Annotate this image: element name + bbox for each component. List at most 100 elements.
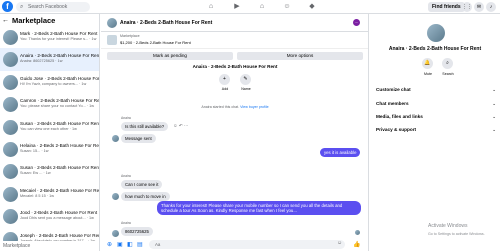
system-text: Anaira started this chat.	[201, 105, 240, 109]
home-icon[interactable]: ⌂	[201, 0, 221, 14]
add-label: Add	[221, 87, 229, 91]
details-title: Anaira · 2-Beds 2-Bath House For Rent	[388, 46, 482, 52]
find-friends-button[interactable]: Find friends	[428, 2, 465, 12]
listing-thumbnail	[3, 119, 18, 135]
conversation-item[interactable]: Mark · 2-Beds 2-Bath House For Rent You: …	[0, 26, 99, 48]
emoji-icon[interactable]: ☺	[337, 240, 342, 246]
seen-avatar	[355, 230, 360, 235]
back-arrow-icon[interactable]: ←	[2, 17, 9, 24]
conversation-title: Susan · 2-Beds 2-Bath House For Rent	[20, 120, 99, 126]
conversation-preview: Mecaiel: 8 5 15 · 1w	[20, 193, 54, 198]
facebook-logo[interactable]: f	[2, 1, 13, 12]
sticker-icon[interactable]: ◧	[127, 241, 133, 248]
gaming-icon[interactable]: ◆	[302, 0, 322, 14]
listing-thumbnail	[3, 74, 18, 90]
add-person-icon[interactable]: +	[219, 74, 230, 85]
conversation-preview: Anaira: 8602725625 · 1w	[20, 59, 63, 64]
conversation-preview: Susan: 15... · 1w	[20, 148, 49, 153]
gif-icon[interactable]: ▤	[137, 241, 143, 248]
mute-label: Mute	[424, 72, 432, 76]
section-customize-chat[interactable]: Customize chat ⌄	[376, 87, 496, 92]
view-buyer-profile-link[interactable]: View buyer profile	[240, 105, 269, 109]
conversation-title: Helaina · 2-Beds 2-Bath House For Rent	[20, 142, 99, 148]
section-label: Chat members	[376, 101, 409, 106]
conversation-preview: You can view one each other · 1w	[20, 126, 77, 131]
groups-icon[interactable]: ☺	[277, 0, 297, 14]
edit-name-icon[interactable]: ✎	[240, 74, 251, 85]
chevron-down-icon: ⌄	[492, 114, 496, 119]
conversation-item[interactable]: Jood · 2-Beds 2-Bath House For Rent Jood …	[0, 205, 99, 227]
search-icon[interactable]: ⌕	[442, 58, 453, 69]
section-media-files-links[interactable]: Media, files and links ⌄	[376, 114, 496, 119]
conversation-item[interactable]: Anaira · 2-Beds 2-Bath House For Rent Ana…	[0, 48, 99, 71]
sender-name: Anaira	[121, 221, 131, 225]
section-chat-members[interactable]: Chat members ⌄	[376, 101, 496, 106]
notifications-icon[interactable]: ♪	[486, 2, 496, 12]
sender-name: Anaira	[121, 174, 131, 178]
conversation-item[interactable]: Susan · 2-Beds 2-Bath House For Rent Susa…	[0, 160, 99, 182]
avatar[interactable]	[107, 18, 117, 28]
like-icon[interactable]: 👍	[353, 241, 360, 248]
section-label: Customize chat	[376, 87, 411, 92]
conversation-preview: Hi! I'm Yazir, company to owners... · 1w	[20, 81, 87, 86]
menu-grid-icon[interactable]: ⋮⋮	[462, 2, 472, 12]
message-input[interactable]: Aa	[149, 240, 345, 249]
conversation-item[interactable]: Helaina · 2-Beds 2-Bath House For Rent Su…	[0, 138, 99, 160]
avatar[interactable]	[112, 193, 119, 200]
conversation-item[interactable]: Camron · 2-Beds 2-Bath House For Rent You…	[0, 93, 99, 115]
chat-panel: Anaira · 2-Beds 2-Bath House For Rent ⋯ …	[101, 14, 369, 251]
mark-pending-button[interactable]: Mark as pending	[107, 52, 233, 60]
listing-thumbnail	[3, 97, 18, 113]
marketplace-icon[interactable]: ⌂	[252, 0, 272, 14]
more-options-button[interactable]: More options	[237, 52, 363, 60]
conversation-item[interactable]: Mecaiel · 2-Beds 2-Bath House For Rent Me…	[0, 183, 99, 205]
listing-banner[interactable]: Marketplace $1,200 · 2-Beds 2-Bath House…	[101, 32, 368, 49]
listing-thumbnail	[3, 141, 18, 157]
conversation-item[interactable]: Susan · 2-Beds 2-Bath House For Rent You …	[0, 116, 99, 138]
chevron-down-icon: ⌄	[492, 127, 496, 132]
sidebar-header: ← Marketplace	[0, 14, 99, 26]
image-icon[interactable]: ▣	[117, 241, 123, 248]
avatar[interactable]	[112, 230, 119, 237]
message-bubble-outgoing[interactable]: Thanks for your interest! Please share y…	[157, 201, 361, 215]
search-input[interactable]: ⌕ Search Facebook	[16, 2, 90, 12]
video-icon[interactable]: ▶	[227, 0, 247, 14]
listing-price-title: $1,200 · 2-Beds 2-Bath House For Rent	[120, 40, 191, 45]
section-privacy-support[interactable]: Privacy & support ⌄	[376, 127, 496, 132]
listing-thumbnail	[3, 209, 18, 225]
conversation-preview: Susan: Ew ... · 1w	[20, 171, 51, 176]
more-icon[interactable]: ⋯	[353, 19, 360, 26]
listing-thumbnail	[3, 164, 18, 180]
plus-circle-icon[interactable]: ⊕	[107, 241, 112, 248]
chat-header: Anaira · 2-Beds 2-Bath House For Rent ⋯	[101, 14, 368, 32]
sender-name: Anaira	[121, 116, 131, 120]
message-bubble[interactable]: Message sent	[121, 134, 156, 143]
messenger-icon[interactable]: ✉	[474, 2, 484, 12]
message-bubble[interactable]: Can I come see it	[121, 180, 163, 189]
sidebar-title: Marketplace	[12, 15, 56, 25]
message-bubble[interactable]: how much to move in	[121, 192, 170, 201]
conversation-details-panel: Anaira · 2-Beds 2-Bath House For Rent 🔔 …	[370, 14, 500, 251]
conversation-title: Anaira · 2-Beds 2-Bath House For Rent	[20, 53, 99, 59]
avatar[interactable]	[112, 135, 119, 142]
search-icon: ⌕	[20, 4, 24, 10]
sidebar-footer-link[interactable]: Marketplace	[0, 241, 99, 251]
section-label: Media, files and links	[376, 114, 423, 119]
chat-title[interactable]: Anaira · 2-Beds 2-Bath House For Rent	[120, 20, 212, 26]
message-bubble[interactable]: 8602725625	[121, 227, 153, 236]
message-bubble-outgoing[interactable]: yes it is available	[320, 148, 361, 157]
conversation-item[interactable]: Guido Jose · 2-Beds 2-Bath House For... H…	[0, 71, 99, 93]
bell-icon[interactable]: 🔔	[422, 58, 433, 69]
conversation-title: Jood · 2-Beds 2-Bath House For Rent	[20, 210, 98, 216]
message-bubble[interactable]: Is this still available?	[121, 122, 169, 131]
conversation-title: Camron · 2-Beds 2-Bath House For Rent	[20, 98, 99, 104]
section-label: Privacy & support	[376, 127, 417, 132]
conversation-preview: Jood Dhis sent you a message about... · …	[20, 216, 94, 221]
search-placeholder: Search Facebook	[28, 4, 68, 10]
conversation-title: Susan · 2-Beds 2-Bath House For Rent	[20, 165, 99, 171]
avatar[interactable]	[427, 24, 445, 42]
chevron-down-icon: ⌄	[492, 87, 496, 92]
reaction-icons[interactable]: ☺ ↶ ⋯	[173, 123, 188, 129]
conversation-preview: You: please share your no contact Yo... …	[20, 104, 94, 109]
system-message: Anaira started this chat. View buyer pro…	[101, 105, 369, 109]
